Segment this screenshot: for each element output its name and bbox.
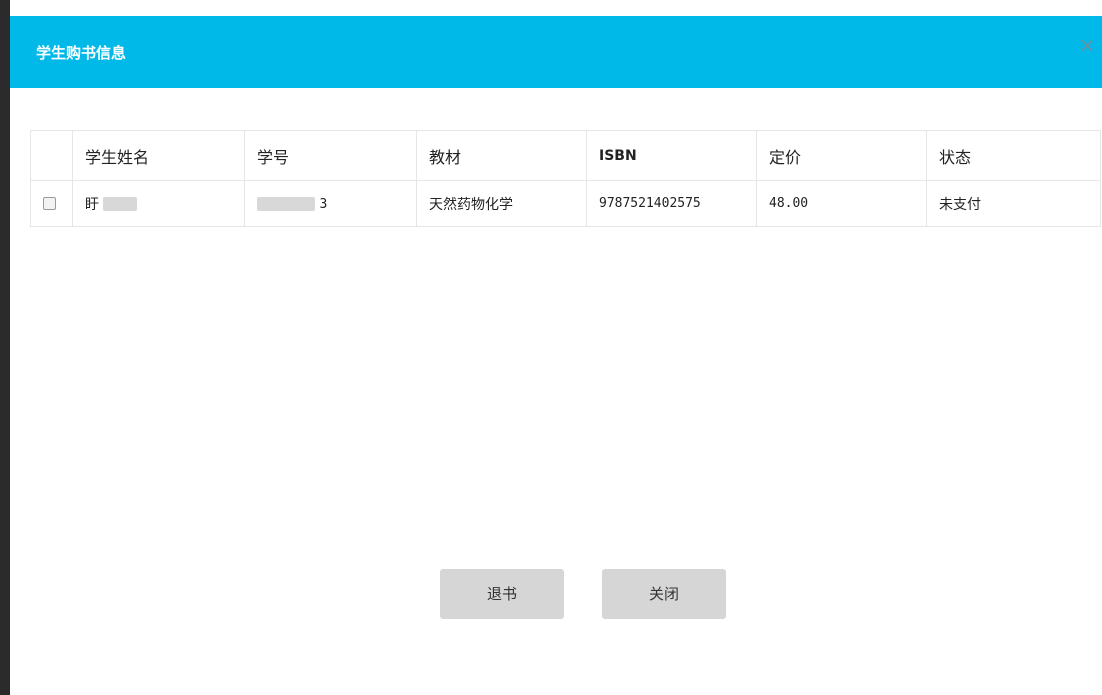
row-checkbox[interactable] — [43, 197, 56, 210]
dialog-title: 学生购书信息 — [36, 44, 127, 62]
header-student-name: 学生姓名 — [72, 130, 245, 181]
header-status: 状态 — [926, 130, 1101, 181]
student-name-visible: 盱 — [85, 196, 99, 213]
redacted-name-mask — [103, 196, 138, 211]
header-price: 定价 — [756, 130, 927, 181]
student-name-cell: 盱 — [72, 180, 245, 227]
close-button[interactable]: 关闭 — [602, 569, 726, 619]
dialog-header: 学生购书信息 × — [10, 16, 1102, 88]
row-checkbox-cell — [30, 180, 73, 227]
student-book-dialog: 学生购书信息 × 学生姓名 学号 教材 ISBN 定价 状态 盱 3 天然药物化… — [10, 16, 1102, 695]
student-id-cell: 3 — [244, 180, 417, 227]
header-textbook: 教材 — [416, 130, 587, 181]
book-table: 学生姓名 学号 教材 ISBN 定价 状态 盱 3 天然药物化学 9787521… — [30, 130, 1101, 227]
header-isbn: ISBN — [586, 130, 757, 181]
top-edge — [0, 0, 1102, 16]
student-id-tail: 3 — [319, 196, 328, 212]
textbook-cell: 天然药物化学 — [416, 180, 587, 227]
left-edge — [0, 0, 10, 695]
redacted-id-mask — [257, 196, 315, 211]
status-cell: 未支付 — [926, 180, 1101, 227]
price-cell: 48.00 — [756, 180, 927, 227]
header-student-id: 学号 — [244, 130, 417, 181]
close-icon[interactable]: × — [1076, 34, 1098, 56]
table-row: 盱 3 天然药物化学 9787521402575 48.00 未支付 — [30, 180, 1101, 227]
return-book-button[interactable]: 退书 — [440, 569, 564, 619]
table-header-row: 学生姓名 学号 教材 ISBN 定价 状态 — [30, 130, 1101, 181]
header-checkbox-cell — [30, 130, 73, 181]
isbn-cell: 9787521402575 — [586, 180, 757, 227]
